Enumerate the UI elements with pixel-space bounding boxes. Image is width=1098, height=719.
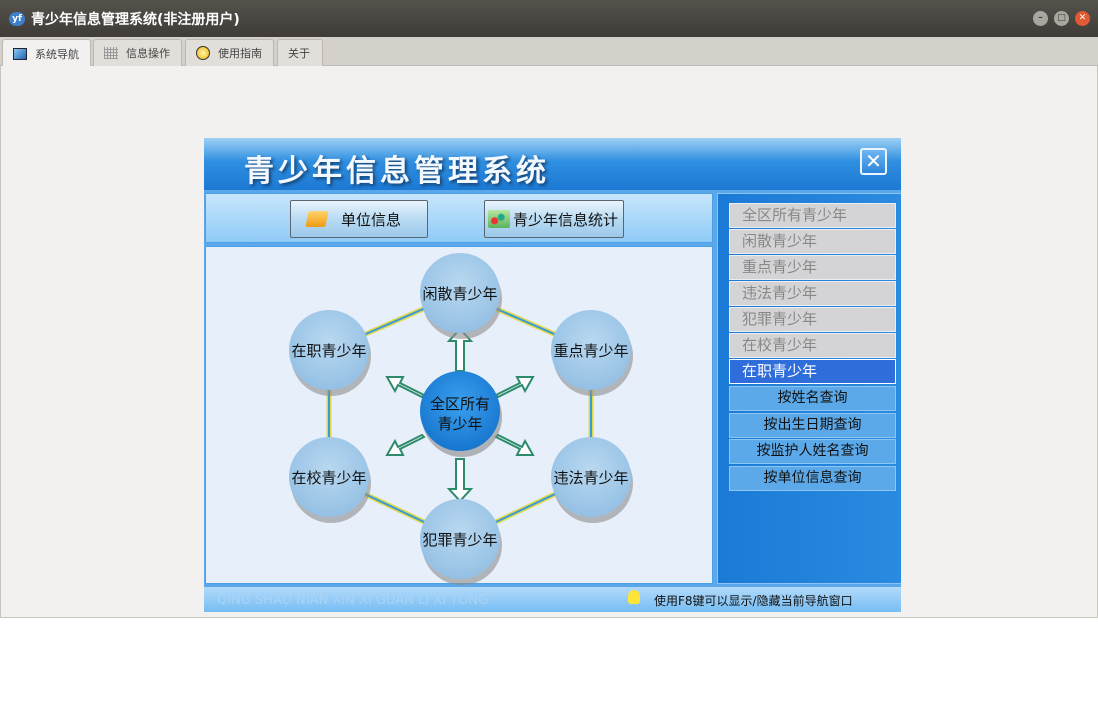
category-item[interactable]: 违法青少年 xyxy=(729,281,896,306)
center-label-line2: 青少年 xyxy=(437,415,482,433)
close-button[interactable]: ✕ xyxy=(1075,11,1090,26)
grid-icon xyxy=(104,47,118,59)
query-item[interactable]: 按姓名查询 xyxy=(729,386,896,411)
title-bar: yf 青少年信息管理系统(非注册用户) – □ ✕ xyxy=(0,0,1098,37)
pinyin-caption: QING SHAO NIAN XIN XI GUAN LI XI TONG xyxy=(217,593,489,608)
minimize-button[interactable]: – xyxy=(1033,11,1048,26)
category-item[interactable]: 全区所有青少年 xyxy=(729,203,896,228)
category-item[interactable]: 闲散青少年 xyxy=(729,229,896,254)
category-sidebar: 全区所有青少年 闲散青少年 重点青少年 违法青少年 犯罪青少年 在校青少年 在职青少年 按姓名… xyxy=(717,193,901,584)
node-label: 重点青少年 xyxy=(553,342,628,360)
button-label: 单位信息 xyxy=(341,210,402,229)
tab-label: 关于 xyxy=(288,47,310,60)
diagram-node[interactable]: 重点青少年 xyxy=(551,310,633,396)
window-title: 青少年信息管理系统(非注册用户) xyxy=(31,11,240,28)
button-bar: 单位信息 青少年信息统计 xyxy=(205,193,713,243)
status-footer: QING SHAO NIAN XIN XI GUAN LI XI TONG 使用… xyxy=(204,587,901,612)
category-diagram: 闲散青少年重点青少年违法青少年犯罪青少年 在校青少年 在职青少年全区所有青少年 xyxy=(205,246,713,585)
panel-close-button[interactable]: ✕ xyxy=(860,148,887,175)
app-logo-icon: yf xyxy=(9,11,25,26)
panel-title: 青少年信息管理系统 xyxy=(244,154,550,189)
center-label-line1: 全区所有 xyxy=(430,395,490,413)
query-item[interactable]: 按单位信息查询 xyxy=(729,465,896,491)
diagram-node[interactable]: 犯罪青少年 xyxy=(420,499,502,585)
tip-text: 使用F8键可以显示/隐藏当前导航窗口 xyxy=(654,594,853,608)
category-item[interactable]: 重点青少年 xyxy=(729,255,896,280)
tab-label: 使用指南 xyxy=(218,47,262,60)
lightbulb-icon xyxy=(628,590,640,604)
diagram-node[interactable]: 闲散青少年 xyxy=(420,253,502,339)
button-label: 青少年信息统计 xyxy=(513,210,619,229)
diagram-node[interactable]: 在职青少年 xyxy=(289,310,371,396)
node-label: 闲散青少年 xyxy=(422,285,497,303)
category-item[interactable]: 犯罪青少年 xyxy=(729,307,896,332)
query-item[interactable]: 按出生日期查询 xyxy=(729,412,896,438)
tab-user-guide[interactable]: 使用指南 xyxy=(185,39,274,66)
help-icon xyxy=(196,46,210,60)
youth-stats-button[interactable]: 青少年信息统计 xyxy=(484,200,624,238)
unit-info-button[interactable]: 单位信息 xyxy=(290,200,428,238)
tab-label: 系统导航 xyxy=(35,47,79,61)
node-label: 在校青少年 xyxy=(291,469,366,487)
tab-info-ops[interactable]: 信息操作 xyxy=(93,39,182,66)
navigation-panel: 青少年信息管理系统 ✕ 单位信息 青少年信息统计 闲散青少年 重点青少年 违法青少年… xyxy=(204,138,901,612)
diagram-node[interactable]: 违法青少年 xyxy=(551,437,633,523)
category-item[interactable]: 在校青少年 xyxy=(729,333,896,358)
tab-bar: 系统导航 信息操作 使用指南 关于 xyxy=(0,37,1098,67)
chart-icon xyxy=(488,210,510,228)
query-item[interactable]: 按监护人姓名查询 xyxy=(729,439,896,464)
panel-header: 青少年信息管理系统 ✕ xyxy=(204,138,901,190)
maximize-button[interactable]: □ xyxy=(1054,11,1069,26)
category-item[interactable]: 在职青少年 xyxy=(729,359,896,384)
folder-icon xyxy=(305,211,329,227)
diagram-node[interactable]: 在校青少年 xyxy=(289,437,371,523)
tab-about[interactable]: 关于 xyxy=(277,39,323,66)
diagram-center-node[interactable]: 全区所有青少年 xyxy=(420,371,502,457)
node-label: 犯罪青少年 xyxy=(422,531,497,549)
tab-system-nav[interactable]: 系统导航 xyxy=(2,39,91,67)
tab-label: 信息操作 xyxy=(126,47,170,60)
node-label: 在职青少年 xyxy=(291,342,366,360)
monitor-icon xyxy=(13,47,27,60)
node-label: 违法青少年 xyxy=(553,469,628,487)
